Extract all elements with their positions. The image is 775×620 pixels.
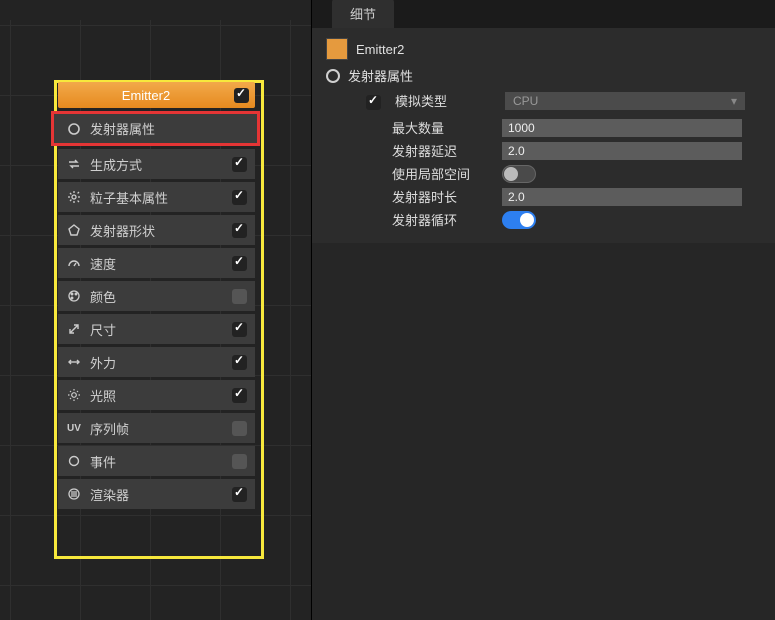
properties-group: 模拟类型 CPU ▾ 最大数量 1000 发射器延迟 2.0 <box>366 91 761 229</box>
render-icon <box>66 486 82 502</box>
module-checkbox[interactable] <box>232 256 247 271</box>
module-checkbox[interactable] <box>232 487 247 502</box>
max-count-field[interactable]: 1000 <box>502 119 742 137</box>
resize-icon <box>66 321 82 337</box>
module-row[interactable]: 发射器形状 <box>58 215 255 245</box>
module-row[interactable]: 渲染器 <box>58 479 255 509</box>
chevron-down-icon: ▾ <box>731 92 737 110</box>
module-checkbox[interactable] <box>232 421 247 436</box>
circle-icon <box>326 69 340 83</box>
event-icon <box>66 453 82 469</box>
module-label: 外力 <box>90 353 232 372</box>
module-label: 速度 <box>90 254 232 273</box>
prop-label: 最大数量 <box>392 118 502 137</box>
prop-label: 使用局部空间 <box>392 164 502 183</box>
module-label: 渲染器 <box>90 485 232 504</box>
module-row[interactable]: 光照 <box>58 380 255 410</box>
object-name: Emitter2 <box>356 42 404 57</box>
prop-label: 发射器延迟 <box>392 141 502 160</box>
emitter-enable-checkbox[interactable] <box>234 88 249 103</box>
tab-details[interactable]: 细节 <box>332 0 394 28</box>
prop-label: 发射器循环 <box>392 210 502 229</box>
module-row[interactable]: 颜色 <box>58 281 255 311</box>
module-row[interactable]: UV 序列帧 <box>58 413 255 443</box>
module-label: 发射器属性 <box>90 119 249 138</box>
arrows-icon <box>66 354 82 370</box>
left-panel: Emitter2 发射器属性生成方式粒子基本属性发射器形状速度颜色尺寸外力光照 U… <box>0 0 312 620</box>
module-row[interactable]: 速度 <box>58 248 255 278</box>
module-label: 发射器形状 <box>90 221 232 240</box>
module-row[interactable]: 事件 <box>58 446 255 476</box>
module-row[interactable]: 发射器属性 <box>51 111 260 146</box>
module-label: 生成方式 <box>90 155 232 174</box>
module-checkbox[interactable] <box>232 322 247 337</box>
duration-field[interactable]: 2.0 <box>502 188 742 206</box>
module-checkbox[interactable] <box>232 157 247 172</box>
module-label: 颜色 <box>90 287 232 306</box>
module-row[interactable]: 生成方式 <box>58 149 255 179</box>
circle-icon <box>66 121 82 137</box>
emitter-title: Emitter2 <box>58 88 234 103</box>
spark-icon <box>66 189 82 205</box>
object-color-swatch[interactable] <box>326 38 348 60</box>
module-row[interactable]: 外力 <box>58 347 255 377</box>
swap-icon <box>66 156 82 172</box>
module-label: 事件 <box>90 452 232 471</box>
module-label: 粒子基本属性 <box>90 188 232 207</box>
sun-icon <box>66 387 82 403</box>
delay-field[interactable]: 2.0 <box>502 142 742 160</box>
module-list: 发射器属性生成方式粒子基本属性发射器形状速度颜色尺寸外力光照 UV 序列帧事件渲染器 <box>58 113 255 512</box>
section-title: 发射器属性 <box>348 66 413 85</box>
module-checkbox[interactable] <box>232 190 247 205</box>
gauge-icon <box>66 255 82 271</box>
loop-toggle[interactable] <box>502 211 536 229</box>
module-checkbox[interactable] <box>232 355 247 370</box>
prop-label: 发射器时长 <box>392 187 502 206</box>
uv-icon: UV <box>66 420 82 436</box>
section-row: 发射器属性 <box>326 66 761 85</box>
right-panel: 细节 Emitter2 发射器属性 模拟类型 CPU ▾ <box>312 0 775 620</box>
module-label: 尺寸 <box>90 320 232 339</box>
module-checkbox[interactable] <box>232 388 247 403</box>
module-checkbox[interactable] <box>232 223 247 238</box>
module-checkbox[interactable] <box>232 289 247 304</box>
palette-icon <box>66 288 82 304</box>
section-enable-checkbox[interactable] <box>366 95 381 110</box>
local-space-toggle[interactable] <box>502 165 536 183</box>
sim-type-dropdown[interactable]: CPU ▾ <box>505 92 745 110</box>
prop-label: 模拟类型 <box>395 91 505 110</box>
module-checkbox[interactable] <box>232 454 247 469</box>
emitter-header[interactable]: Emitter2 <box>58 82 255 108</box>
object-row: Emitter2 <box>326 38 761 60</box>
module-row[interactable]: 尺寸 <box>58 314 255 344</box>
pentagon-icon <box>66 222 82 238</box>
details-body: Emitter2 发射器属性 模拟类型 CPU ▾ <box>312 28 775 243</box>
tab-bar: 细节 <box>312 0 775 28</box>
module-label: 光照 <box>90 386 232 405</box>
module-row[interactable]: 粒子基本属性 <box>58 182 255 212</box>
module-label: 序列帧 <box>90 419 232 438</box>
